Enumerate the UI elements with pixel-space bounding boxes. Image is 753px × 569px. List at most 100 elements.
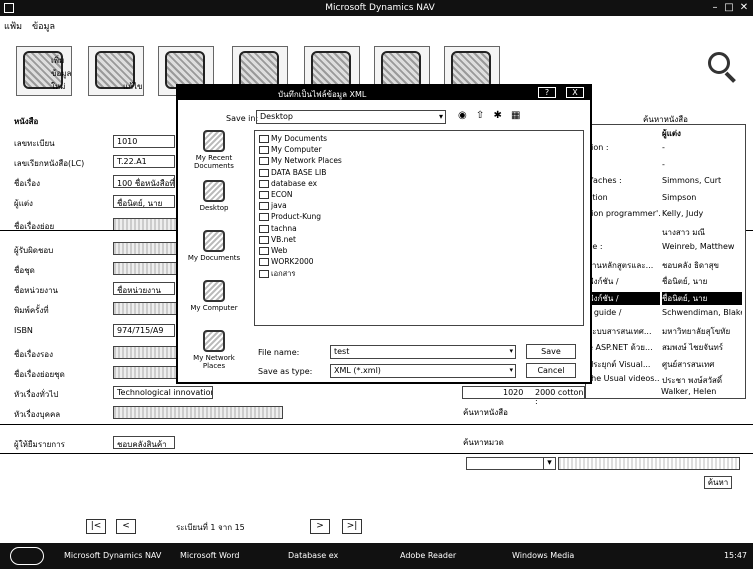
table-row[interactable]: - (586, 160, 745, 173)
table-row[interactable]: tion : - (586, 143, 745, 156)
table-cell: ชื่อนิตย์, นาย (662, 291, 742, 305)
table-row[interactable]: ce : Weinreb, Matthew (586, 242, 745, 255)
table-cell: r guide / (588, 308, 622, 317)
field-label: ISBN (14, 326, 33, 335)
task-item[interactable]: Microsoft Word (180, 551, 280, 560)
file-name: Web (271, 246, 288, 255)
file-item[interactable]: java (259, 201, 287, 212)
prev-record-button[interactable]: < (116, 519, 136, 534)
file-item[interactable]: My Computer (259, 145, 322, 156)
table-row[interactable]: e ASP.NET ด้วย... สมพงษ์ ไชยจันทร์ (586, 341, 745, 354)
file-item[interactable]: เอกสาร (259, 268, 295, 279)
table-row[interactable]: ฟังก์ชัน / ชื่อนิตย์, นาย (586, 275, 745, 288)
folder-icon (259, 270, 269, 279)
menu-item-file[interactable]: แฟ้ม (4, 19, 22, 33)
search-input[interactable] (558, 457, 740, 470)
cancel-button[interactable]: Cancel (526, 363, 576, 378)
folder-icon (259, 146, 269, 155)
field-input[interactable]: 1010 (113, 135, 175, 148)
filename-input[interactable]: test ▾ (330, 345, 516, 359)
task-item[interactable]: Database ex (288, 551, 388, 560)
file-item[interactable]: VB.net (259, 235, 296, 246)
menu-item-data[interactable]: ข้อมูล (32, 19, 55, 33)
file-name: ECON (271, 190, 293, 199)
file-item[interactable]: My Network Places (259, 156, 342, 167)
close-icon[interactable]: ✕ (737, 2, 751, 14)
field-input[interactable]: T.22.A1 (113, 155, 175, 168)
task-item[interactable]: Adobe Reader (400, 551, 500, 560)
dialog-close-button[interactable]: X (566, 87, 584, 98)
first-record-button[interactable]: |< (86, 519, 106, 534)
folder-icon (259, 202, 269, 211)
results-table[interactable]: ผู้แต่ง tion : - - ifaches : Simmons, Curt ct… (585, 124, 746, 399)
table-row[interactable]: tion programmer'... Kelly, Judy (586, 209, 745, 222)
file-item[interactable]: ECON (259, 190, 293, 201)
folder-icon (259, 258, 269, 267)
search-button[interactable]: ค้นหา (704, 476, 732, 489)
table-row[interactable]: ction Simpson (586, 193, 745, 206)
folder-icon (259, 179, 269, 188)
file-item[interactable]: DATA BASE LIB (259, 168, 326, 179)
help-button[interactable]: ? (538, 87, 556, 98)
section-title: หนังสือ (14, 117, 39, 126)
field-input[interactable]: ชื่อหน่วยงาน (113, 282, 175, 295)
task-item[interactable]: Windows Media (512, 551, 612, 560)
file-item[interactable]: WORK2000 (259, 257, 314, 268)
search-icon[interactable] (708, 52, 736, 83)
chevron-down-icon: ▾ (438, 112, 443, 121)
file-list[interactable]: My Documents My Computer My Network Places… (254, 130, 584, 326)
table-cell: ระบบสารสนเทศ... (588, 326, 652, 336)
field-input[interactable]: ชอบคลังสินค้า (113, 436, 175, 449)
table-row[interactable]: ifaches : Simmons, Curt (586, 176, 745, 189)
table-row[interactable]: ประยุกต์ Visual... ศูนย์สารสนเทศ (586, 358, 745, 371)
divider (0, 424, 753, 425)
filename-label: File name: (258, 348, 300, 357)
field-input[interactable] (113, 406, 283, 419)
field-input[interactable]: ชื่อนิตย์, นาย (113, 195, 175, 208)
table-row[interactable]: งานหลักสูตรและ... ชอบคลัง ธิดาสุข (586, 259, 745, 272)
last-record-button[interactable]: >| (342, 519, 362, 534)
dialog-toolbar-icons[interactable]: ◉ ⇧ ✱ ▦ (458, 110, 523, 121)
file-name: My Documents (271, 134, 328, 143)
place-my-documents[interactable]: My Documents (182, 230, 246, 262)
category-select[interactable]: ▾ (466, 457, 556, 470)
minimize-icon[interactable]: – (708, 2, 722, 14)
table-row[interactable]: 1020 2000 cotton : (462, 386, 585, 406)
field-label: ชื่อเรื่องย่อยชุด (14, 370, 65, 379)
savetype-select[interactable]: XML (*.xml) ▾ (330, 364, 516, 378)
start-button[interactable] (10, 547, 44, 565)
file-name: java (271, 201, 287, 211)
table-row[interactable]: the Usual videos... ประชา พงษ์สวัสดิ์ (586, 374, 745, 387)
edit-button[interactable]: แก้ไข (88, 46, 144, 96)
folder-icon (259, 235, 269, 244)
table-row[interactable]: r guide / Schwendiman, Blake (586, 308, 745, 321)
table-cell: มหาวิทยาลัยสุโขทัย (662, 326, 731, 336)
savetype-label: Save as type: (258, 367, 313, 376)
place-network[interactable]: My Network Places (182, 330, 246, 370)
place-recent[interactable]: My Recent Documents (182, 130, 246, 170)
file-item[interactable]: My Documents (259, 134, 327, 145)
field-label: เลขทะเบียน (14, 139, 55, 148)
places-bar: My Recent Documents Desktop My Documents… (182, 130, 246, 376)
field-input[interactable]: Technological innovations (113, 386, 213, 399)
field-input[interactable]: 100 ชื่อหนังสือที่ (113, 175, 175, 188)
file-item[interactable]: tachna (259, 224, 297, 235)
add-record-button[interactable]: เพิ่ม ข้อมูล ใหม่ (16, 46, 72, 96)
maximize-icon[interactable]: □ (722, 2, 736, 14)
table-cell: tion programmer'... (588, 209, 660, 218)
next-record-button[interactable]: > (310, 519, 330, 534)
table-row[interactable]: ระบบสารสนเทศ... มหาวิทยาลัยสุโขทัย (586, 325, 745, 338)
place-desktop[interactable]: Desktop (182, 180, 246, 212)
table-row-author: Walker, Helen (661, 387, 717, 396)
save-button[interactable]: Save (526, 344, 576, 359)
save-in-select[interactable]: Desktop ▾ (256, 110, 446, 124)
file-item[interactable]: database ex (259, 179, 317, 190)
table-row[interactable]: ฟังก์ชัน / ชื่อนิตย์, นาย (586, 291, 745, 305)
task-item[interactable]: Microsoft Dynamics NAV (64, 551, 174, 560)
file-item[interactable]: Web (259, 246, 287, 257)
file-item[interactable]: Product-Kung (259, 212, 321, 223)
author-label: ค้นหาหนังสือ (463, 408, 508, 417)
field-input[interactable]: 974/715/A9 (113, 324, 175, 337)
place-my-computer[interactable]: My Computer (182, 280, 246, 312)
table-row[interactable]: นางสาว มณี (586, 226, 745, 239)
